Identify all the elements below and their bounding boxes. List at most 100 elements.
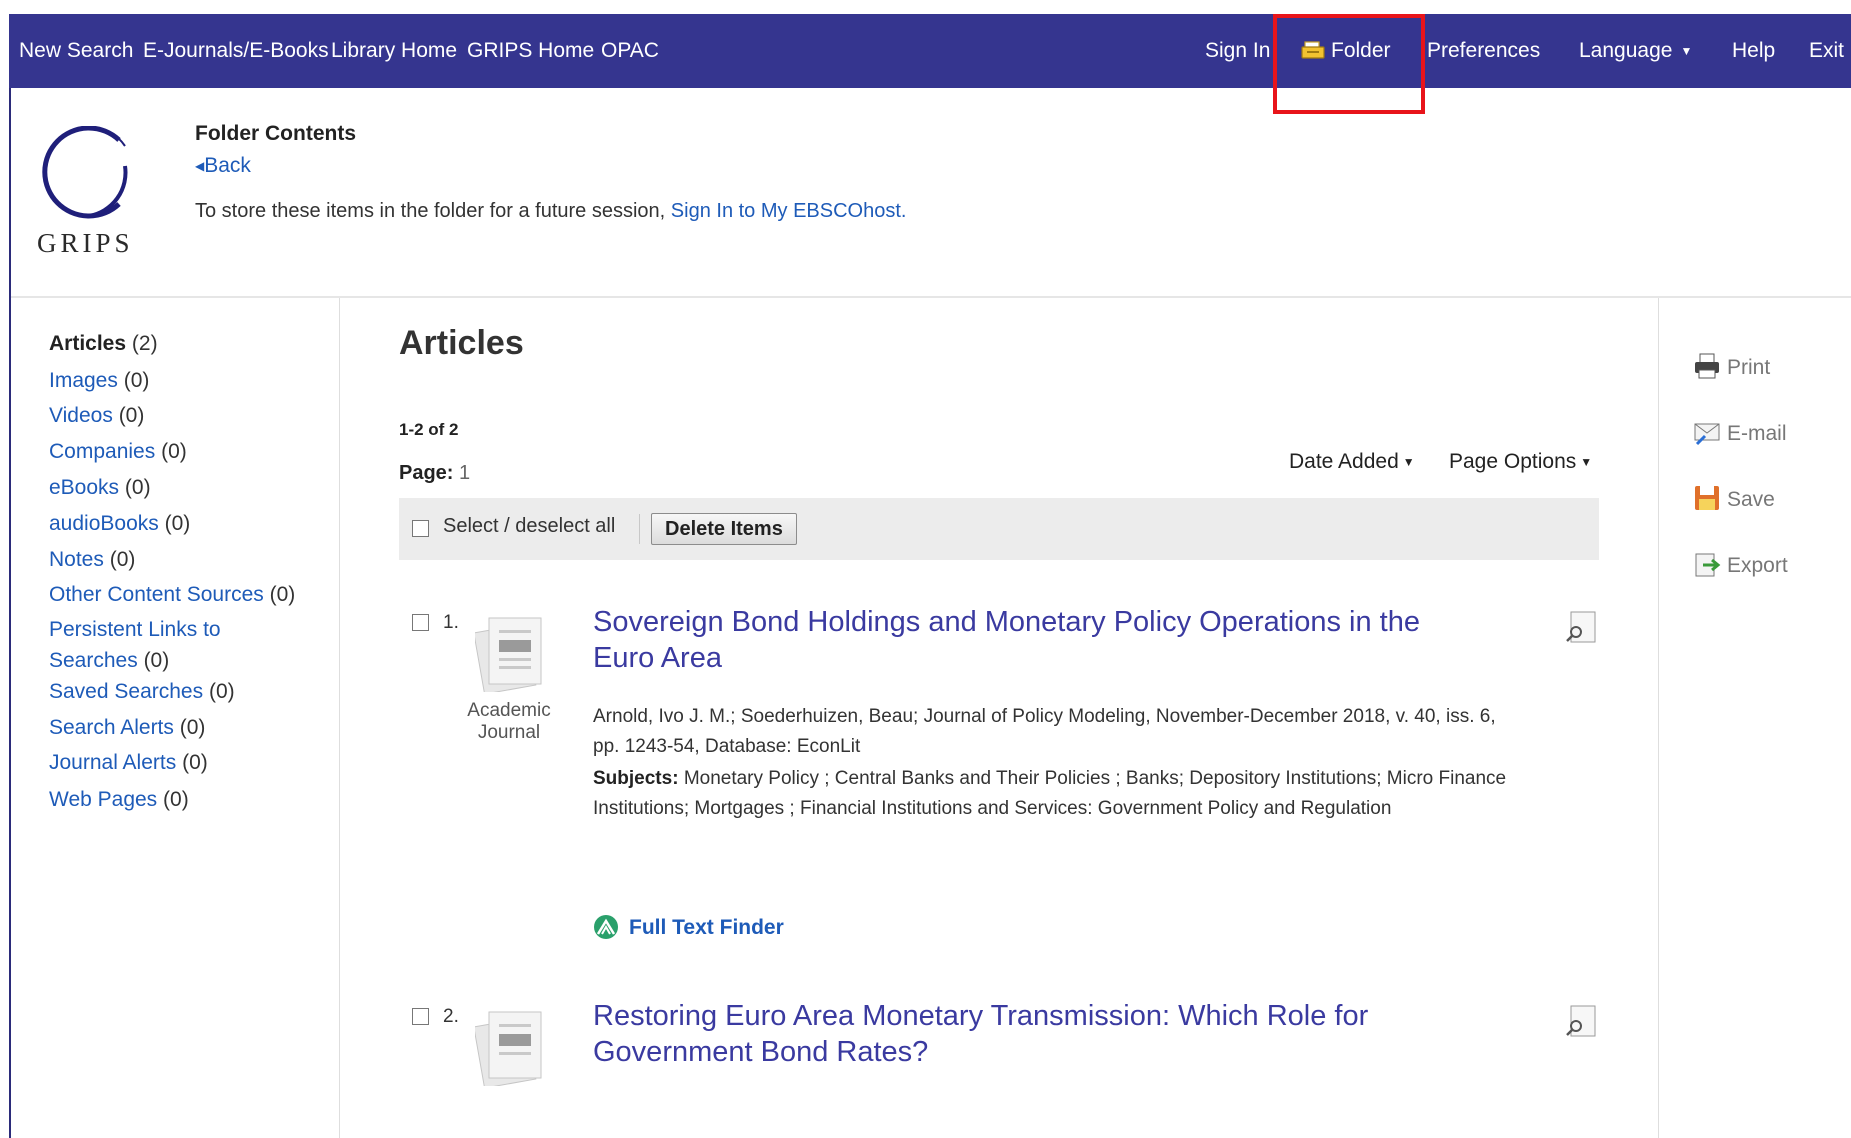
sidebar-item-count: (0) [124, 476, 151, 499]
result-number: 1. [443, 612, 459, 633]
result-citation: Arnold, Ivo J. M.; Soederhuizen, Beau; J… [593, 706, 1496, 757]
sidebar-item-count: (0) [123, 369, 150, 392]
result-checkbox[interactable] [412, 1008, 429, 1025]
nav-library-home[interactable]: Library Home [331, 14, 457, 88]
select-all-label[interactable]: Select / deselect all [443, 515, 615, 538]
sidebar-item-label: Companies [49, 440, 156, 463]
sidebar-item-ebooks[interactable]: eBooks (0) [49, 472, 319, 503]
result-checkbox[interactable] [412, 614, 429, 631]
save-tool[interactable]: Save [1693, 484, 1775, 512]
subjects-label: Subjects: [593, 768, 679, 789]
export-tool[interactable]: Export [1693, 550, 1788, 578]
folder-icon [1301, 41, 1325, 59]
full-text-finder-link[interactable]: Full Text Finder [593, 914, 784, 940]
sidebar-item-label: Articles [49, 332, 127, 355]
page-label: Page: [399, 462, 454, 484]
email-tool[interactable]: E-mail [1693, 418, 1787, 446]
sidebar-item-count: (0) [208, 680, 235, 703]
academic-journal-icon [475, 1011, 542, 1086]
sidebar: Articles (2) Images (0) Videos (0) Compa… [11, 298, 340, 1138]
sidebar-item-count: (0) [143, 649, 170, 672]
result-count: 1-2 of 2 [399, 420, 459, 439]
nav-grips-home[interactable]: GRIPS Home [467, 14, 594, 88]
sidebar-item-videos[interactable]: Videos (0) [49, 400, 319, 431]
sidebar-item-search-alerts[interactable]: Search Alerts (0) [49, 712, 319, 743]
select-all-checkbox[interactable] [412, 520, 429, 537]
sidebar-item-label: audioBooks [49, 512, 159, 535]
printer-icon [1695, 353, 1719, 379]
main-content: Articles 1-2 of 2 Page: 1 Date Added ▼ Pa… [399, 298, 1599, 1138]
nav-language[interactable]: Language ▼ [1579, 14, 1692, 88]
sidebar-item-label: Other Content Sources [49, 583, 264, 606]
sidebar-item-count: (0) [269, 583, 296, 606]
nav-sign-in[interactable]: Sign In [1205, 14, 1275, 88]
sidebar-item-saved-searches[interactable]: Saved Searches (0) [49, 676, 319, 707]
sidebar-item-count: (0) [109, 548, 136, 571]
chevron-down-icon: ▼ [1680, 44, 1693, 58]
result-type: Academic Journal [461, 700, 557, 744]
sidebar-item-journal-alerts[interactable]: Journal Alerts (0) [49, 747, 319, 778]
page-options-label: Page Options [1449, 450, 1577, 473]
result-number: 2. [443, 1006, 459, 1027]
page-title: Folder Contents [195, 122, 356, 145]
nav-ejournals-ebooks[interactable]: E-Journals/E-Books [143, 14, 329, 88]
preview-icon[interactable] [1564, 610, 1598, 644]
email-icon [1694, 423, 1720, 446]
page-header: GRIPS Folder Contents ◀Back To store the… [11, 88, 1851, 296]
sidebar-item-label: Notes [49, 548, 104, 571]
tools-panel: Print E-mail Save Export [1658, 298, 1851, 1138]
sidebar-item-label: Videos [49, 404, 113, 427]
sidebar-item-count: (0) [164, 512, 191, 535]
sidebar-item-label: Persistent Links to [49, 618, 221, 641]
nav-language-label: Language [1579, 39, 1673, 62]
save-icon [1695, 486, 1719, 510]
back-label: Back [204, 154, 251, 177]
sidebar-item-label: Images [49, 369, 118, 392]
store-message-text: To store these items in the folder for a… [195, 200, 666, 222]
back-link[interactable]: ◀Back [195, 154, 251, 178]
sidebar-item-audiobooks[interactable]: audioBooks (0) [49, 508, 319, 539]
nav-opac[interactable]: OPAC [601, 14, 659, 88]
sidebar-item-count: (0) [163, 788, 189, 811]
export-icon [1695, 553, 1721, 577]
sidebar-item-images[interactable]: Images (0) [49, 365, 319, 396]
sidebar-item-label: eBooks [49, 476, 120, 499]
toolbar-divider [639, 514, 640, 544]
result-item: 2. Restoring Euro Area Monetary Transmis… [399, 998, 1599, 1138]
sidebar-item-notes[interactable]: Notes (0) [49, 544, 319, 575]
result-title-link[interactable]: Sovereign Bond Holdings and Monetary Pol… [593, 604, 1473, 676]
sidebar-item-label: Search Alerts [49, 716, 174, 739]
nav-exit[interactable]: Exit [1809, 14, 1844, 88]
preview-icon[interactable] [1564, 1004, 1598, 1038]
sort-dropdown[interactable]: Date Added ▼ [1289, 450, 1415, 474]
sort-label: Date Added [1289, 450, 1399, 473]
sidebar-item-articles[interactable]: Articles (2) [49, 328, 319, 359]
print-label: Print [1727, 356, 1771, 379]
top-nav: New Search E-Journals/E-Books Library Ho… [9, 14, 1851, 114]
nav-folder[interactable]: Folder [1301, 14, 1391, 88]
sidebar-item-web-pages[interactable]: Web Pages (0) [49, 784, 319, 815]
sign-in-link[interactable]: Sign In to My EBSCOhost. [671, 200, 907, 222]
page-number: 1 [459, 462, 471, 484]
page-options-dropdown[interactable]: Page Options ▼ [1449, 450, 1592, 474]
sidebar-item-companies[interactable]: Companies (0) [49, 436, 319, 467]
result-type-line: Journal [477, 722, 541, 743]
chevron-down-icon: ▼ [1402, 455, 1415, 469]
delete-items-button[interactable]: Delete Items [651, 513, 797, 545]
result-item: 1. Academic Journal Sovereign Bond Holdin… [399, 604, 1599, 984]
nav-new-search[interactable]: New Search [19, 14, 133, 88]
sidebar-item-label: Searches [49, 649, 138, 672]
sidebar-item-count: (0) [179, 716, 206, 739]
nav-preferences[interactable]: Preferences [1427, 14, 1540, 88]
sidebar-item-other-content-sources[interactable]: Other Content Sources (0) [49, 579, 319, 610]
sidebar-item-count: (2) [131, 332, 158, 355]
sidebar-item-count: (0) [161, 440, 187, 463]
export-label: Export [1727, 554, 1788, 577]
nav-help[interactable]: Help [1732, 14, 1775, 88]
page-indicator: Page: 1 [399, 462, 470, 485]
sidebar-item-persistent-links[interactable]: Persistent Links to Searches (0) [49, 614, 319, 676]
result-title-link[interactable]: Restoring Euro Area Monetary Transmissio… [593, 998, 1473, 1070]
full-text-finder-label: Full Text Finder [629, 916, 784, 939]
results-toolbar: Select / deselect all Delete Items [399, 498, 1599, 560]
print-tool[interactable]: Print [1693, 352, 1770, 380]
